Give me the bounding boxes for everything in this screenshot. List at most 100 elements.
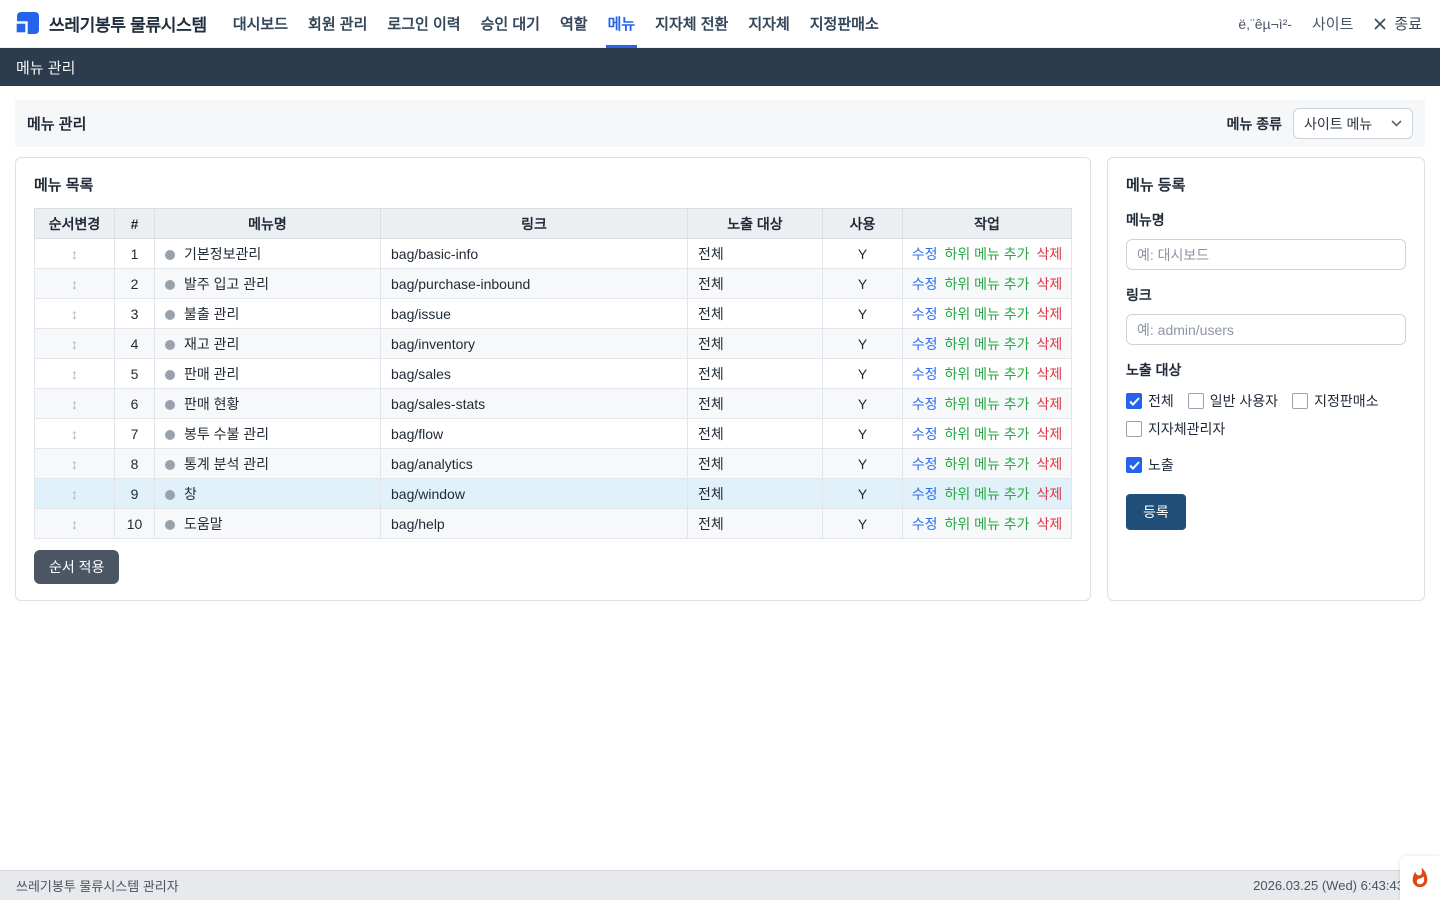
checkbox-전체[interactable]: 전체 bbox=[1126, 391, 1174, 411]
logout-button[interactable]: 종료 bbox=[1373, 13, 1422, 34]
menu-link-cell: bag/purchase-inbound bbox=[381, 269, 688, 299]
checkbox-label: 지자체관리자 bbox=[1148, 419, 1225, 439]
nav-item-지자체 전환[interactable]: 지자체 전환 bbox=[645, 0, 738, 48]
delete-link[interactable]: 삭제 bbox=[1037, 486, 1063, 502]
delete-link[interactable]: 삭제 bbox=[1037, 246, 1063, 262]
use-cell: Y bbox=[823, 329, 903, 359]
checkbox-노출[interactable]: 노출 bbox=[1126, 455, 1174, 475]
app-logo-icon bbox=[14, 11, 40, 37]
add-submenu-link[interactable]: 하위 메뉴 추가 bbox=[944, 336, 1029, 352]
nav-item-승인 대기[interactable]: 승인 대기 bbox=[471, 0, 550, 48]
actions-cell: 수정 하위 메뉴 추가 삭제 bbox=[903, 269, 1072, 299]
menu-link-cell: bag/window bbox=[381, 479, 688, 509]
checkbox-unchecked-icon[interactable] bbox=[1126, 421, 1142, 437]
delete-link[interactable]: 삭제 bbox=[1037, 336, 1063, 352]
menu-link-label: 링크 bbox=[1126, 285, 1406, 305]
checkbox-label: 지정판매소 bbox=[1314, 391, 1378, 411]
menu-name-cell: 봉투 수불 관리 bbox=[155, 419, 381, 449]
menu-name-cell: 도움말 bbox=[155, 509, 381, 539]
brand: 쓰레기봉투 물류시스템 bbox=[14, 11, 207, 37]
add-submenu-link[interactable]: 하위 메뉴 추가 bbox=[944, 486, 1029, 502]
nav-item-역할[interactable]: 역할 bbox=[550, 0, 598, 48]
delete-link[interactable]: 삭제 bbox=[1037, 396, 1063, 412]
delete-link[interactable]: 삭제 bbox=[1037, 456, 1063, 472]
menu-bullet-icon bbox=[165, 340, 175, 350]
drag-handle-icon[interactable]: ↕ bbox=[71, 516, 78, 532]
site-link[interactable]: 사이트 bbox=[1312, 13, 1353, 34]
visible-checkbox-group: 노출 bbox=[1126, 455, 1406, 475]
drag-handle-icon[interactable]: ↕ bbox=[71, 426, 78, 442]
edit-link[interactable]: 수정 bbox=[912, 456, 938, 472]
delete-link[interactable]: 삭제 bbox=[1037, 306, 1063, 322]
delete-link[interactable]: 삭제 bbox=[1037, 276, 1063, 292]
row-number: 10 bbox=[115, 509, 155, 539]
menu-type-label: 메뉴 종류 bbox=[1227, 114, 1282, 134]
delete-link[interactable]: 삭제 bbox=[1037, 426, 1063, 442]
menu-type-select[interactable]: 사이트 메뉴 bbox=[1293, 108, 1413, 139]
menu-type-control: 메뉴 종류 사이트 메뉴 bbox=[1227, 108, 1413, 139]
drag-handle-icon[interactable]: ↕ bbox=[71, 486, 78, 502]
add-submenu-link[interactable]: 하위 메뉴 추가 bbox=[944, 456, 1029, 472]
drag-handle-icon[interactable]: ↕ bbox=[71, 396, 78, 412]
add-submenu-link[interactable]: 하위 메뉴 추가 bbox=[944, 516, 1029, 532]
drag-handle-icon[interactable]: ↕ bbox=[71, 276, 78, 292]
nav-item-회원 관리[interactable]: 회원 관리 bbox=[298, 0, 377, 48]
apply-order-button[interactable]: 순서 적용 bbox=[34, 550, 119, 584]
checkbox-unchecked-icon[interactable] bbox=[1188, 393, 1204, 409]
checkbox-일반 사용자[interactable]: 일반 사용자 bbox=[1188, 391, 1278, 411]
target-label: 노출 대상 bbox=[1126, 360, 1406, 380]
drag-handle-icon[interactable]: ↕ bbox=[71, 246, 78, 262]
target-cell: 전체 bbox=[688, 269, 823, 299]
nav-item-대시보드[interactable]: 대시보드 bbox=[223, 0, 298, 48]
target-cell: 전체 bbox=[688, 239, 823, 269]
edit-link[interactable]: 수정 bbox=[912, 486, 938, 502]
add-submenu-link[interactable]: 하위 메뉴 추가 bbox=[944, 366, 1029, 382]
content-title: 메뉴 관리 bbox=[27, 113, 86, 134]
checkbox-지정판매소[interactable]: 지정판매소 bbox=[1292, 391, 1378, 411]
add-submenu-link[interactable]: 하위 메뉴 추가 bbox=[944, 306, 1029, 322]
menu-register-panel: 메뉴 등록 메뉴명 링크 노출 대상 전체일반 사용자지정판매소지자체관리자 노… bbox=[1107, 157, 1425, 601]
nav-item-로그인 이력[interactable]: 로그인 이력 bbox=[377, 0, 470, 48]
table-row: ↕8통계 분석 관리bag/analytics전체Y수정하위 메뉴 추가삭제 bbox=[35, 449, 1072, 479]
checkbox-지자체관리자[interactable]: 지자체관리자 bbox=[1126, 419, 1225, 439]
menu-bullet-icon bbox=[165, 490, 175, 500]
edit-link[interactable]: 수정 bbox=[912, 366, 938, 382]
edit-link[interactable]: 수정 bbox=[912, 426, 938, 442]
nav-item-메뉴[interactable]: 메뉴 bbox=[598, 0, 646, 48]
drag-handle-icon[interactable]: ↕ bbox=[71, 306, 78, 322]
nav-item-지정판매소[interactable]: 지정판매소 bbox=[800, 0, 889, 48]
delete-link[interactable]: 삭제 bbox=[1037, 366, 1063, 382]
target-cell: 전체 bbox=[688, 329, 823, 359]
edit-link[interactable]: 수정 bbox=[912, 306, 938, 322]
checkbox-unchecked-icon[interactable] bbox=[1292, 393, 1308, 409]
edit-link[interactable]: 수정 bbox=[912, 246, 938, 262]
column-header: 순서변경 bbox=[35, 209, 115, 239]
logout-label: 종료 bbox=[1394, 13, 1422, 34]
register-button[interactable]: 등록 bbox=[1126, 494, 1186, 530]
edit-link[interactable]: 수정 bbox=[912, 516, 938, 532]
codeigniter-flame-icon[interactable] bbox=[1400, 856, 1440, 900]
checkbox-checked-icon[interactable] bbox=[1126, 457, 1142, 473]
nav-item-지자체[interactable]: 지자체 bbox=[738, 0, 799, 48]
edit-link[interactable]: 수정 bbox=[912, 336, 938, 352]
add-submenu-link[interactable]: 하위 메뉴 추가 bbox=[944, 426, 1029, 442]
add-submenu-link[interactable]: 하위 메뉴 추가 bbox=[944, 276, 1029, 292]
row-number: 4 bbox=[115, 329, 155, 359]
use-cell: Y bbox=[823, 269, 903, 299]
target-cell: 전체 bbox=[688, 389, 823, 419]
row-number: 3 bbox=[115, 299, 155, 329]
menu-bullet-icon bbox=[165, 430, 175, 440]
drag-handle-icon[interactable]: ↕ bbox=[71, 456, 78, 472]
drag-handle-icon[interactable]: ↕ bbox=[71, 366, 78, 382]
edit-link[interactable]: 수정 bbox=[912, 396, 938, 412]
delete-link[interactable]: 삭제 bbox=[1037, 516, 1063, 532]
menu-link-input[interactable] bbox=[1126, 314, 1406, 345]
add-submenu-link[interactable]: 하위 메뉴 추가 bbox=[944, 246, 1029, 262]
drag-handle-icon[interactable]: ↕ bbox=[71, 336, 78, 352]
edit-link[interactable]: 수정 bbox=[912, 276, 938, 292]
menu-name-label: 메뉴명 bbox=[1126, 210, 1406, 230]
checkbox-checked-icon[interactable] bbox=[1126, 393, 1142, 409]
menu-bullet-icon bbox=[165, 310, 175, 320]
add-submenu-link[interactable]: 하위 메뉴 추가 bbox=[944, 396, 1029, 412]
menu-name-input[interactable] bbox=[1126, 239, 1406, 270]
